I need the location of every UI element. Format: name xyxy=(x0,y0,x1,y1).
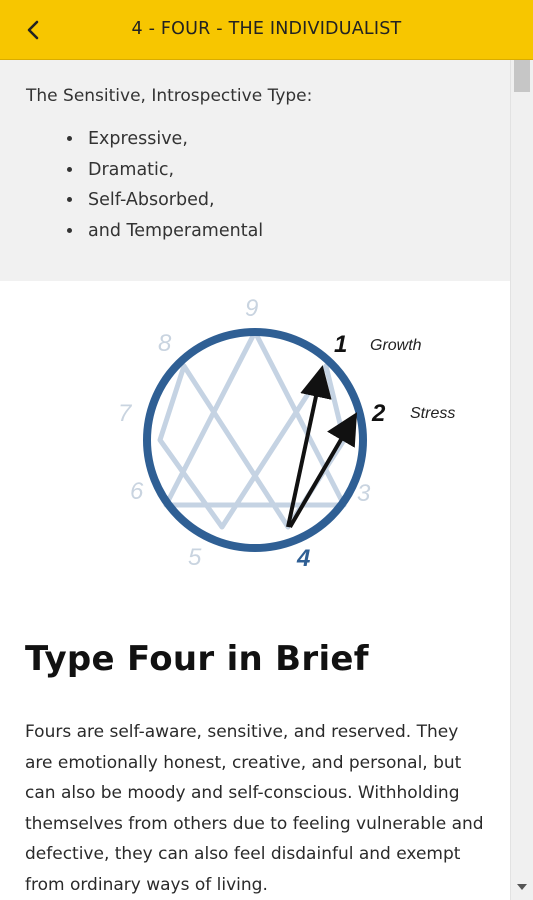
intro-section: The Sensitive, Introspective Type: Expre… xyxy=(0,60,510,317)
number-4: 4 xyxy=(296,545,310,572)
page-title: 4 - FOUR - THE INDIVIDUALIST xyxy=(131,19,402,39)
article-card: 9 1 2 3 4 5 6 7 8 Growth Stress Type Fou… xyxy=(0,281,510,900)
article-heading: Type Four in Brief xyxy=(25,639,369,679)
trait-list: Expressive, Dramatic, Self-Absorbed, and… xyxy=(26,124,510,246)
article-body: Fours are self-aware, sensitive, and res… xyxy=(25,722,484,895)
back-button[interactable] xyxy=(18,12,50,48)
enneagram-circle xyxy=(143,328,367,552)
enneagram-lines xyxy=(157,329,347,530)
number-2: 2 xyxy=(371,400,386,427)
number-8: 8 xyxy=(158,330,172,357)
number-7: 7 xyxy=(118,400,133,427)
number-5: 5 xyxy=(188,544,202,571)
scroll-down-arrow-icon[interactable] xyxy=(517,884,527,890)
stress-label: Stress xyxy=(410,405,455,422)
chevron-left-icon xyxy=(27,20,39,40)
trait-item: Dramatic, xyxy=(84,155,510,186)
vertical-scrollbar[interactable] xyxy=(510,60,533,900)
trait-item: and Temperamental xyxy=(84,216,510,247)
intro-lead: The Sensitive, Introspective Type: xyxy=(26,86,313,106)
number-3: 3 xyxy=(357,480,371,507)
trait-item: Expressive, xyxy=(84,124,510,155)
enneagram-diagram: 9 1 2 3 4 5 6 7 8 Growth Stress xyxy=(118,299,455,572)
app-bar: 4 - FOUR - THE INDIVIDUALIST xyxy=(0,0,533,60)
number-9: 9 xyxy=(245,299,258,322)
growth-label: Growth xyxy=(370,337,422,354)
number-6: 6 xyxy=(130,478,144,505)
number-1: 1 xyxy=(334,331,347,358)
scrollbar-thumb[interactable] xyxy=(514,60,530,92)
trait-item: Self-Absorbed, xyxy=(84,185,510,216)
content-scroll-area[interactable]: The Sensitive, Introspective Type: Expre… xyxy=(0,60,510,900)
